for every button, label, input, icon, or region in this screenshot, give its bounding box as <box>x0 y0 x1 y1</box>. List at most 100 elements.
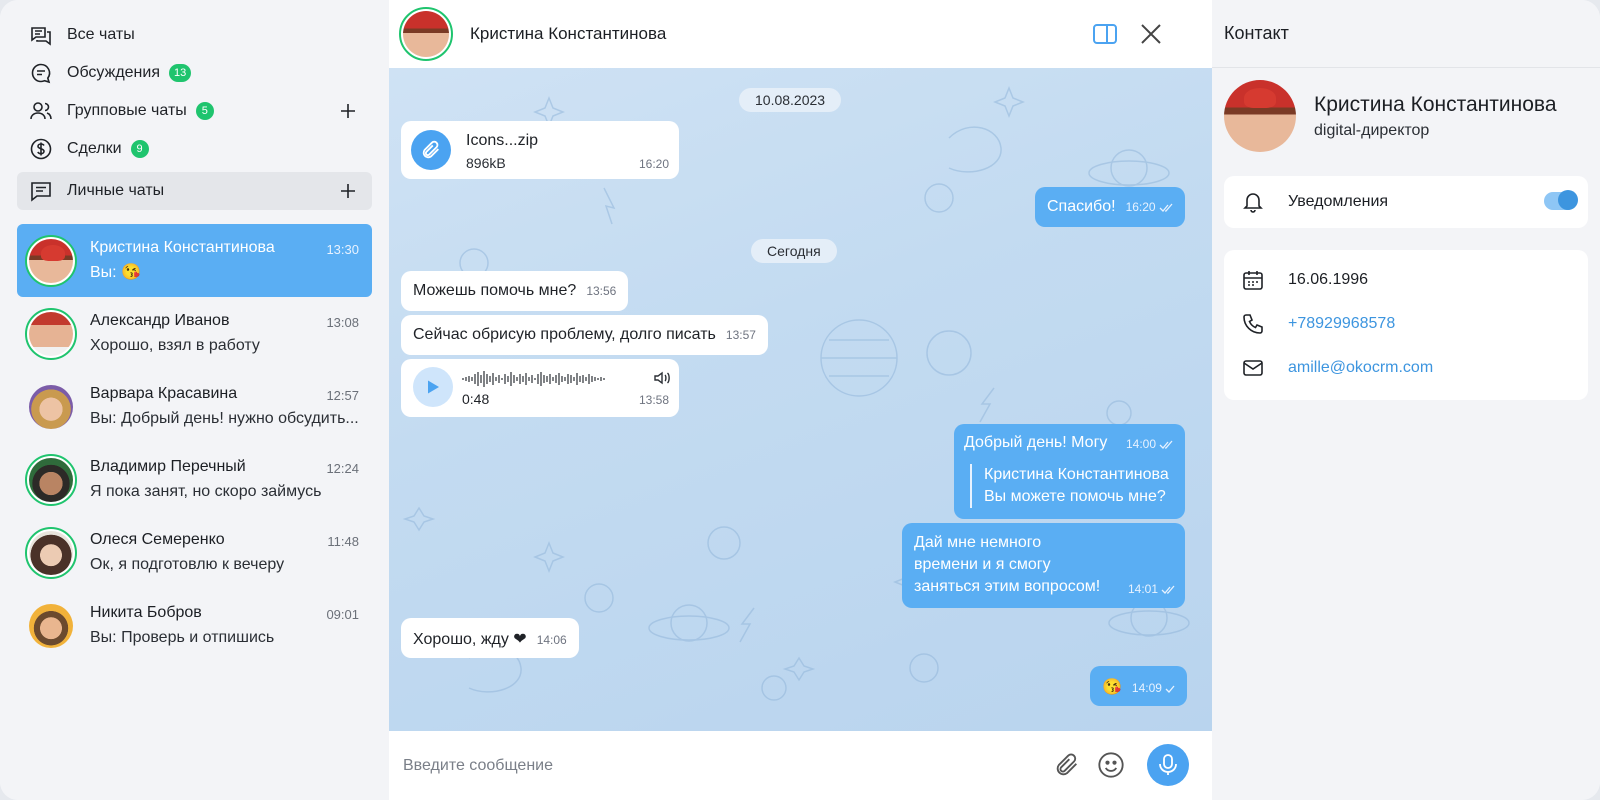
contact-name: Кристина Константинова <box>1314 93 1557 116</box>
quoted-message[interactable]: Кристина Константинова Вы можете помочь … <box>970 464 1175 508</box>
play-icon <box>428 380 439 394</box>
chat-time: 13:30 <box>326 242 359 257</box>
chat-time: 12:57 <box>326 388 359 403</box>
notifications-toggle[interactable] <box>1544 190 1578 210</box>
close-icon[interactable] <box>1137 20 1165 48</box>
message-time: 16:20 <box>1125 200 1156 214</box>
bell-icon <box>1240 189 1266 215</box>
nav-personal-chats[interactable]: Личные чаты <box>17 172 372 210</box>
discussion-icon <box>29 61 53 85</box>
message-time: 16:20 <box>638 157 669 171</box>
outgoing-message[interactable]: Дай мне немного времени и я смогу занять… <box>902 523 1185 608</box>
outgoing-message[interactable]: Спасибо! 16:20 <box>1035 187 1185 227</box>
double-check-icon <box>1161 585 1175 594</box>
avatar <box>25 453 77 506</box>
notifications-label: Уведомления <box>1288 193 1389 210</box>
chat-last-message: Ок, я подготовлю к вечеру <box>90 556 285 573</box>
message-text: Спасибо! <box>1047 198 1116 215</box>
check-icon <box>1165 685 1175 693</box>
nav-label: Все чаты <box>67 26 135 43</box>
message-time: 14:00 <box>1125 437 1156 451</box>
file-message[interactable]: Icons...zip 896kB 16:20 <box>401 121 679 179</box>
chat-last-message: Я пока занят, но скоро займусь <box>90 483 322 500</box>
chat-time: 12:24 <box>326 461 359 476</box>
mail-icon <box>1240 355 1266 381</box>
chat-title: Кристина Константинова <box>470 24 667 43</box>
nav-discussions[interactable]: Обсуждения 13 <box>17 54 372 92</box>
chat-last-message: Хорошо, взял в работу <box>90 337 260 354</box>
chat-item[interactable]: Варвара Красавина Вы: Добрый день! нужно… <box>17 370 372 443</box>
voice-message[interactable]: 0:48 13:58 <box>401 359 679 417</box>
chat-panel: Кристина Константинова 10.08.2023 Icons.… <box>389 0 1212 800</box>
notifications-card: Уведомления <box>1224 176 1588 228</box>
incoming-message[interactable]: Можешь помочь мне? 13:56 <box>401 271 629 311</box>
waveform <box>462 371 605 387</box>
add-personal-chat-button[interactable] <box>338 181 358 201</box>
add-group-button[interactable] <box>338 101 358 121</box>
chat-list: Кристина Константинова Вы: 😘 13:30 Алекс… <box>17 224 372 662</box>
count-badge: 5 <box>195 102 214 120</box>
avatar <box>25 381 77 433</box>
sidebar: Все чаты Обсуждения 13 Групповые чаты 5 … <box>0 0 389 800</box>
avatar <box>25 526 77 579</box>
nav-group-chats[interactable]: Групповые чаты 5 <box>17 92 372 130</box>
messenger-app: Все чаты Обсуждения 13 Групповые чаты 5 … <box>0 0 1600 800</box>
message-time: 14:09 <box>1131 681 1162 695</box>
chat-item[interactable]: Олеся Семеренко Ок, я подготовлю к вечер… <box>17 516 372 589</box>
chat-name: Олеся Семеренко <box>90 531 225 548</box>
chat-item[interactable]: Кристина Константинова Вы: 😘 13:30 <box>17 224 372 297</box>
message-time: 13:58 <box>638 393 669 407</box>
toggle-panel-icon[interactable] <box>1091 20 1119 48</box>
avatar <box>25 234 77 287</box>
attach-icon[interactable] <box>1053 751 1081 779</box>
nav-all-chats[interactable]: Все чаты <box>17 16 372 54</box>
attachment-icon[interactable] <box>411 130 451 170</box>
microphone-icon <box>1159 754 1177 775</box>
contact-role: digital-директор <box>1314 122 1430 139</box>
incoming-message[interactable]: Сейчас обрисую проблему, долго писать 13:… <box>401 315 768 355</box>
nav-label: Личные чаты <box>67 182 165 199</box>
message-input[interactable] <box>403 756 1023 775</box>
incoming-message[interactable]: Хорошо, жду ❤ 14:06 <box>401 618 579 658</box>
personal-chat-icon <box>29 179 53 203</box>
chat-item[interactable]: Никита Бобров Вы: Проверь и отпишись 09:… <box>17 589 372 662</box>
avatar[interactable] <box>399 7 453 61</box>
file-size: 896kB <box>466 155 506 171</box>
contact-details-card: 16.06.1996 +78929968578 amille@okocrm.co… <box>1224 250 1588 400</box>
message-text: 😘 <box>1102 679 1122 696</box>
outgoing-reply-message[interactable]: Добрый день! Могу 14:00 Кристина Констан… <box>954 424 1185 519</box>
message-time: 13:57 <box>725 328 756 342</box>
emoji-icon[interactable] <box>1097 751 1125 779</box>
email-link[interactable]: amille@okocrm.com <box>1288 359 1433 377</box>
chat-name: Владимир Перечный <box>90 458 246 475</box>
chats-icon <box>29 23 53 47</box>
calendar-icon <box>1240 267 1266 293</box>
message-text: Сейчас обрисую проблему, долго писать <box>413 326 716 343</box>
contact-header: Контакт <box>1212 0 1600 68</box>
nav-deals[interactable]: Сделки 9 <box>17 130 372 168</box>
message-text: Хорошо, жду ❤ <box>413 631 527 648</box>
chat-name: Варвара Красавина <box>90 385 238 402</box>
nav-label: Групповые чаты <box>67 102 187 119</box>
message-text: времени и я смогу <box>914 556 1051 573</box>
dollar-icon <box>29 137 53 161</box>
message-text: Дай мне немного <box>914 534 1042 551</box>
message-time: 14:06 <box>536 633 567 647</box>
message-text: Добрый день! Могу <box>964 434 1108 451</box>
messages-area[interactable]: 10.08.2023 Icons...zip 896kB 16:20 Спаси… <box>389 68 1212 731</box>
mic-button[interactable] <box>1147 744 1189 786</box>
chat-time: 13:08 <box>326 315 359 330</box>
chat-name: Александр Иванов <box>90 312 230 329</box>
contact-profile: Кристина Константинова digital-директор <box>1212 68 1600 152</box>
phone-link[interactable]: +78929968578 <box>1288 315 1395 333</box>
outgoing-message[interactable]: 😘 14:09 <box>1090 666 1187 706</box>
chat-item[interactable]: Владимир Перечный Я пока занят, но скоро… <box>17 443 372 516</box>
chat-name: Никита Бобров <box>90 604 202 621</box>
date-separator: Сегодня <box>751 239 837 263</box>
play-button[interactable] <box>413 367 453 407</box>
users-icon <box>29 99 53 123</box>
chat-item[interactable]: Александр Иванов Хорошо, взял в работу 1… <box>17 297 372 370</box>
speaker-icon[interactable] <box>653 369 671 387</box>
contact-avatar[interactable] <box>1224 80 1296 152</box>
avatar <box>25 307 77 360</box>
